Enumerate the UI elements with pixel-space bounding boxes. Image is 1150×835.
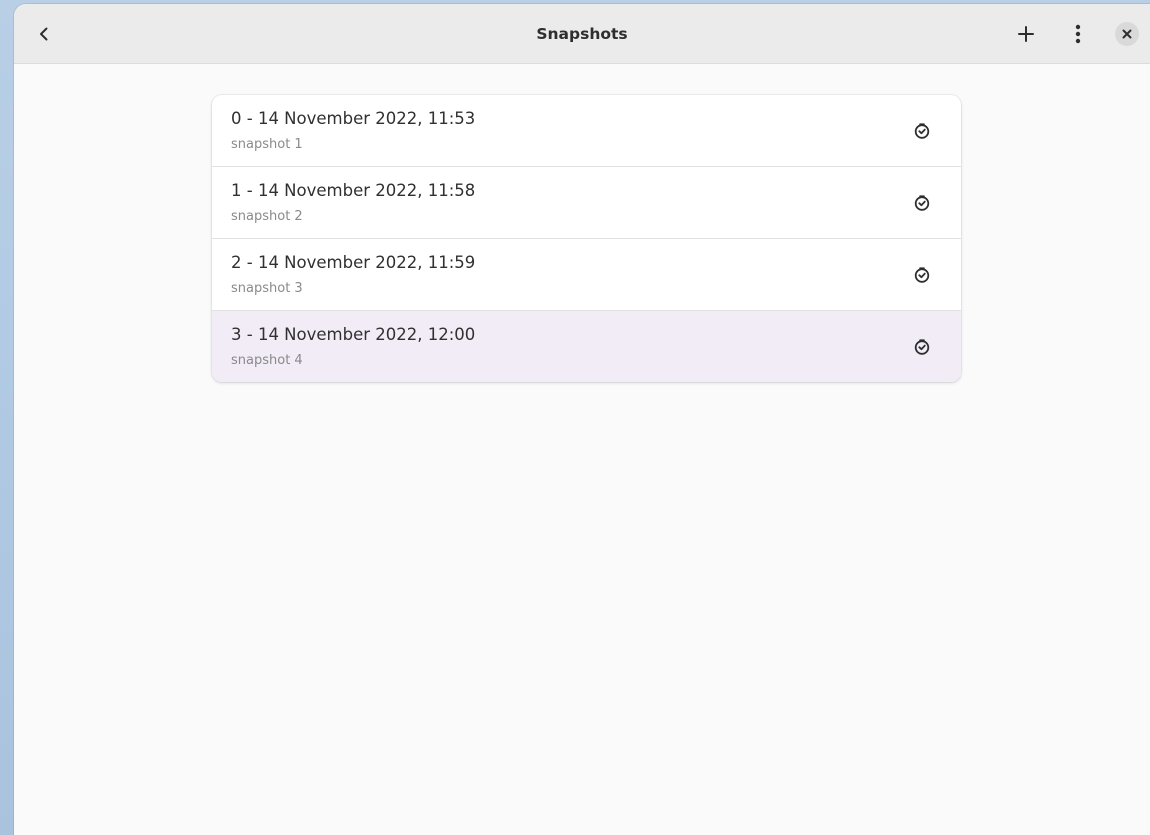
snapshot-title: 3 - 14 November 2022, 12:00 xyxy=(231,325,476,344)
plus-icon xyxy=(1018,26,1034,42)
close-button[interactable] xyxy=(1115,22,1139,46)
snapshot-subtitle: snapshot 4 xyxy=(231,353,303,368)
snapshot-title: 1 - 14 November 2022, 11:58 xyxy=(231,181,476,200)
back-button[interactable] xyxy=(28,18,60,50)
chevron-left-icon xyxy=(40,27,48,41)
snapshot-subtitle: snapshot 1 xyxy=(231,137,303,152)
snapshot-row[interactable]: 1 - 14 November 2022, 11:58 snapshot 2 xyxy=(212,167,961,239)
snapshot-row[interactable]: 3 - 14 November 2022, 12:00 snapshot 4 xyxy=(212,311,961,382)
snapshot-row[interactable]: 2 - 14 November 2022, 11:59 snapshot 3 xyxy=(212,239,961,311)
restore-clock-icon[interactable] xyxy=(911,264,933,286)
main-menu-button[interactable] xyxy=(1062,18,1094,50)
snapshot-row[interactable]: 0 - 14 November 2022, 11:53 snapshot 1 xyxy=(212,95,961,167)
window-title: Snapshots xyxy=(536,24,628,43)
snapshot-subtitle: snapshot 2 xyxy=(231,209,303,224)
restore-clock-icon[interactable] xyxy=(911,120,933,142)
snapshot-title: 0 - 14 November 2022, 11:53 xyxy=(231,109,476,128)
close-icon xyxy=(1122,29,1132,39)
snapshot-subtitle: snapshot 3 xyxy=(231,281,303,296)
snapshot-title: 2 - 14 November 2022, 11:59 xyxy=(231,253,476,272)
restore-clock-icon[interactable] xyxy=(911,336,933,358)
restore-clock-icon[interactable] xyxy=(911,192,933,214)
add-snapshot-button[interactable] xyxy=(1010,18,1042,50)
vertical-ellipsis-icon xyxy=(1075,24,1081,44)
app-window: Snapshots 0 - 14 November 2022, 11:53 sn… xyxy=(14,4,1150,835)
snapshot-list: 0 - 14 November 2022, 11:53 snapshot 1 1… xyxy=(212,95,961,382)
headerbar: Snapshots xyxy=(14,4,1150,64)
